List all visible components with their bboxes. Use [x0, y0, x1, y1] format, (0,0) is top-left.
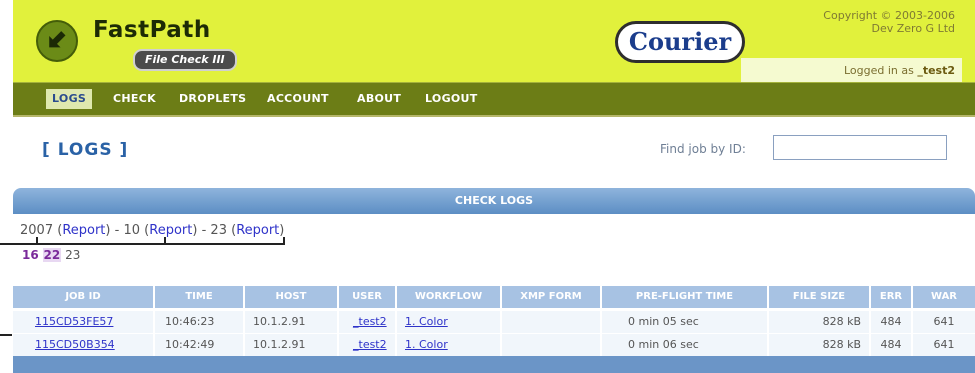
day-link-16[interactable]: 16 — [22, 248, 39, 262]
day-list: 16 22 23 — [22, 248, 80, 262]
month-value[interactable]: 10 — [123, 223, 140, 238]
year-value[interactable]: 2007 — [20, 223, 53, 238]
user-link[interactable]: _test2 — [339, 334, 397, 356]
cell-xmp-form — [502, 311, 602, 333]
nav-droplets[interactable]: DROPLETS — [179, 89, 246, 109]
copyright-line-2: Dev Zero G Ltd — [871, 22, 956, 35]
day-value[interactable]: 23 — [210, 223, 227, 238]
col-preflight-time[interactable]: PRE-FLIGHT TIME — [602, 286, 769, 308]
day-report-link[interactable]: Report — [236, 223, 279, 238]
workflow-link[interactable]: 1. Color — [397, 311, 502, 333]
date-separator-1: - — [114, 223, 120, 238]
find-job-label: Find job by ID: — [660, 142, 746, 156]
cell-preflight-time: 0 min 06 sec — [602, 334, 769, 356]
callout-tick-year — [36, 237, 38, 244]
month-report-link[interactable]: Report — [149, 223, 192, 238]
product-badge: File Check III — [133, 49, 237, 71]
cell-host: 10.1.2.91 — [245, 334, 339, 356]
find-job-input[interactable] — [773, 135, 947, 160]
user-link[interactable]: _test2 — [339, 311, 397, 333]
cell-file-size: 828 kB — [769, 311, 871, 333]
nav-logs[interactable]: LOGS — [46, 89, 93, 109]
logged-in-status: Logged in as _test2 — [844, 64, 955, 77]
col-job-id[interactable]: JOB ID — [13, 286, 155, 308]
cell-time: 10:42:49 — [155, 334, 245, 356]
section-title: CHECK LOGS — [454, 194, 534, 207]
nav-logout[interactable]: LOGOUT — [425, 89, 478, 109]
nav-check[interactable]: CHECK — [113, 89, 156, 109]
page-title: [ LOGS ] — [42, 140, 129, 160]
cell-err: 484 — [871, 334, 913, 356]
check-logs-bar: CHECK LOGS — [13, 188, 975, 214]
nav-account[interactable]: ACCOUNT — [267, 89, 329, 109]
col-host[interactable]: HOST — [245, 286, 339, 308]
table-row: 115CD50B354 10:42:49 10.1.2.91 _test2 1.… — [13, 334, 975, 357]
copyright-line-1: Copyright © 2003-2006 — [823, 9, 955, 22]
workflow-link[interactable]: 1. Color — [397, 334, 502, 356]
year-report-link[interactable]: Report — [62, 223, 105, 238]
courier-logo: Courier — [615, 21, 745, 63]
col-workflow[interactable]: WORKFLOW — [397, 286, 502, 308]
main-nav: LOGS CHECK DROPLETS ACCOUNT ABOUT LOGOUT — [13, 82, 975, 117]
job-id-link[interactable]: 115CD50B354 — [13, 334, 155, 356]
col-xmp-form[interactable]: XMP FORM — [502, 286, 602, 308]
green-arrow-logo-icon — [36, 20, 78, 62]
brand-name: FastPath — [93, 17, 211, 43]
cell-file-size: 828 kB — [769, 334, 871, 356]
callout-tick-month — [164, 237, 166, 244]
col-file-size[interactable]: FILE SIZE — [769, 286, 871, 308]
logged-in-label: Logged in as — [843, 64, 914, 77]
callout-line-dates — [0, 243, 285, 245]
day-link-22[interactable]: 22 — [42, 248, 62, 262]
table-row: 115CD53FE57 10:46:23 10.1.2.91 _test2 1.… — [13, 311, 975, 334]
date-filter: 2007 (Report) - 10 (Report) - 23 (Report… — [20, 223, 285, 238]
col-user[interactable]: USER — [339, 286, 397, 308]
col-war[interactable]: WAR — [913, 286, 975, 308]
table-footer-bar — [13, 356, 975, 373]
cell-war: 641 — [933, 338, 955, 351]
cell-xmp-form — [502, 334, 602, 356]
col-time[interactable]: TIME — [155, 286, 245, 308]
cell-war: 641 — [933, 315, 955, 328]
logged-in-user: _test2 — [917, 64, 955, 77]
copyright-text: Copyright © 2003-2006 Dev Zero G Ltd — [823, 9, 955, 35]
cell-err: 484 — [871, 311, 913, 333]
nav-about[interactable]: ABOUT — [357, 89, 401, 109]
cell-preflight-time: 0 min 05 sec — [602, 311, 769, 333]
table-header: JOB ID TIME HOST USER WORKFLOW XMP FORM … — [13, 286, 975, 308]
cell-time: 10:46:23 — [155, 311, 245, 333]
callout-line-rows — [0, 334, 12, 336]
cell-host: 10.1.2.91 — [245, 311, 339, 333]
job-id-link[interactable]: 115CD53FE57 — [13, 311, 155, 333]
day-current-23: 23 — [65, 248, 81, 262]
callout-tick-day — [283, 237, 285, 244]
date-separator-2: - — [201, 223, 207, 238]
col-err[interactable]: ERR — [871, 286, 913, 308]
